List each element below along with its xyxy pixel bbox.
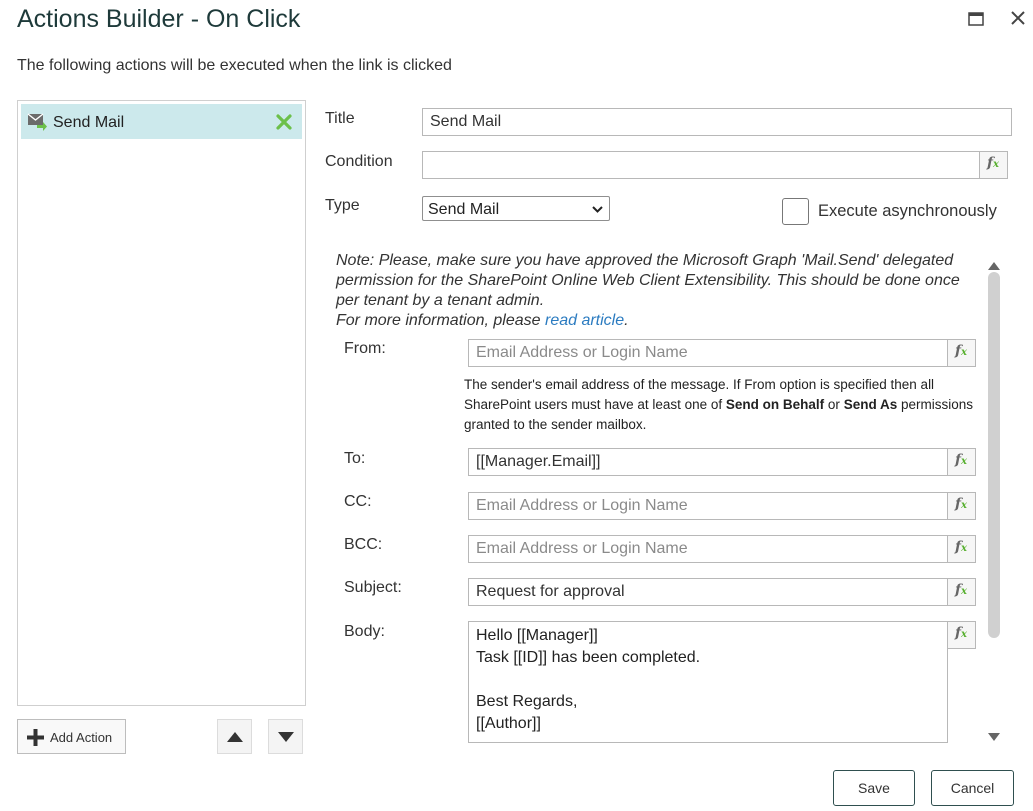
dialog-title: Actions Builder - On Click	[17, 5, 301, 33]
condition-fx-button[interactable]: fx	[979, 151, 1008, 179]
send-as-text: Send As	[843, 397, 898, 412]
fx-icon: fx	[955, 452, 967, 468]
note-text: Note: Please, make sure you have approve…	[336, 252, 960, 309]
title-input[interactable]: Send Mail	[422, 108, 1012, 136]
subject-fx-button[interactable]: fx	[947, 578, 976, 606]
scroll-down-icon[interactable]	[988, 728, 1000, 746]
title-label: Title	[325, 110, 355, 127]
fx-icon: fx	[955, 625, 967, 641]
send-on-behalf-text: Send on Behalf	[725, 397, 825, 412]
add-action-label: Add Action	[50, 730, 113, 745]
note-more-prefix: For more information, please	[336, 312, 545, 329]
subject-input[interactable]: Request for approval	[468, 578, 948, 606]
fx-icon: fx	[955, 539, 967, 555]
from-fx-button[interactable]: fx	[947, 339, 976, 367]
send-mail-icon	[27, 113, 47, 136]
from-help-text: The sender's email address of the messag…	[464, 375, 979, 435]
move-down-button[interactable]	[268, 719, 303, 754]
triangle-up-icon	[227, 732, 243, 742]
move-up-button[interactable]	[217, 719, 252, 754]
cancel-button[interactable]: Cancel	[931, 770, 1014, 806]
type-label: Type	[325, 197, 360, 214]
body-label: Body:	[344, 623, 385, 640]
scrollbar-thumb[interactable]	[988, 272, 1000, 638]
condition-label: Condition	[325, 153, 393, 170]
fx-icon: fx	[955, 496, 967, 512]
from-help-part: or	[824, 397, 844, 412]
chevron-down-icon	[592, 206, 603, 213]
body-textarea[interactable]: Hello [[Manager]] Task [[ID]] has been c…	[468, 621, 948, 743]
bcc-fx-button[interactable]: fx	[947, 535, 976, 563]
body-fx-button[interactable]: fx	[947, 621, 976, 649]
fx-icon: fx	[955, 343, 967, 359]
cc-input[interactable]: Email Address or Login Name	[468, 492, 948, 520]
type-select[interactable]: Send Mail	[422, 196, 610, 221]
cc-fx-button[interactable]: fx	[947, 492, 976, 520]
list-item-label: Send Mail	[53, 114, 125, 131]
add-action-button[interactable]: Add Action	[17, 719, 126, 754]
subject-label: Subject:	[344, 579, 402, 596]
maximize-icon[interactable]	[968, 11, 984, 29]
from-label: From:	[344, 340, 386, 357]
note-more-suffix: .	[624, 312, 629, 329]
action-list: Send Mail	[17, 100, 306, 706]
bcc-input[interactable]: Email Address or Login Name	[468, 535, 948, 563]
dialog-subtitle: The following actions will be executed w…	[17, 57, 452, 74]
plus-icon	[27, 729, 44, 749]
list-item[interactable]: Send Mail	[21, 104, 302, 139]
condition-input[interactable]	[422, 151, 980, 179]
bcc-label: BCC:	[344, 536, 383, 553]
from-input[interactable]: Email Address or Login Name	[468, 339, 948, 367]
async-label: Execute asynchronously	[818, 202, 997, 220]
fx-icon: fx	[987, 155, 999, 171]
cc-label: CC:	[344, 493, 372, 510]
to-input[interactable]: [[Manager.Email]]	[468, 448, 948, 476]
async-checkbox[interactable]	[782, 198, 809, 225]
save-button[interactable]: Save	[833, 770, 915, 806]
triangle-down-icon	[278, 732, 294, 742]
close-icon[interactable]	[1010, 10, 1026, 29]
to-label: To:	[344, 450, 366, 467]
to-fx-button[interactable]: fx	[947, 448, 976, 476]
remove-x-icon[interactable]	[276, 114, 292, 135]
type-select-value: Send Mail	[428, 201, 500, 218]
permission-note: Note: Please, make sure you have approve…	[336, 251, 976, 331]
read-article-link[interactable]: read article	[545, 312, 624, 329]
fx-icon: fx	[955, 582, 967, 598]
